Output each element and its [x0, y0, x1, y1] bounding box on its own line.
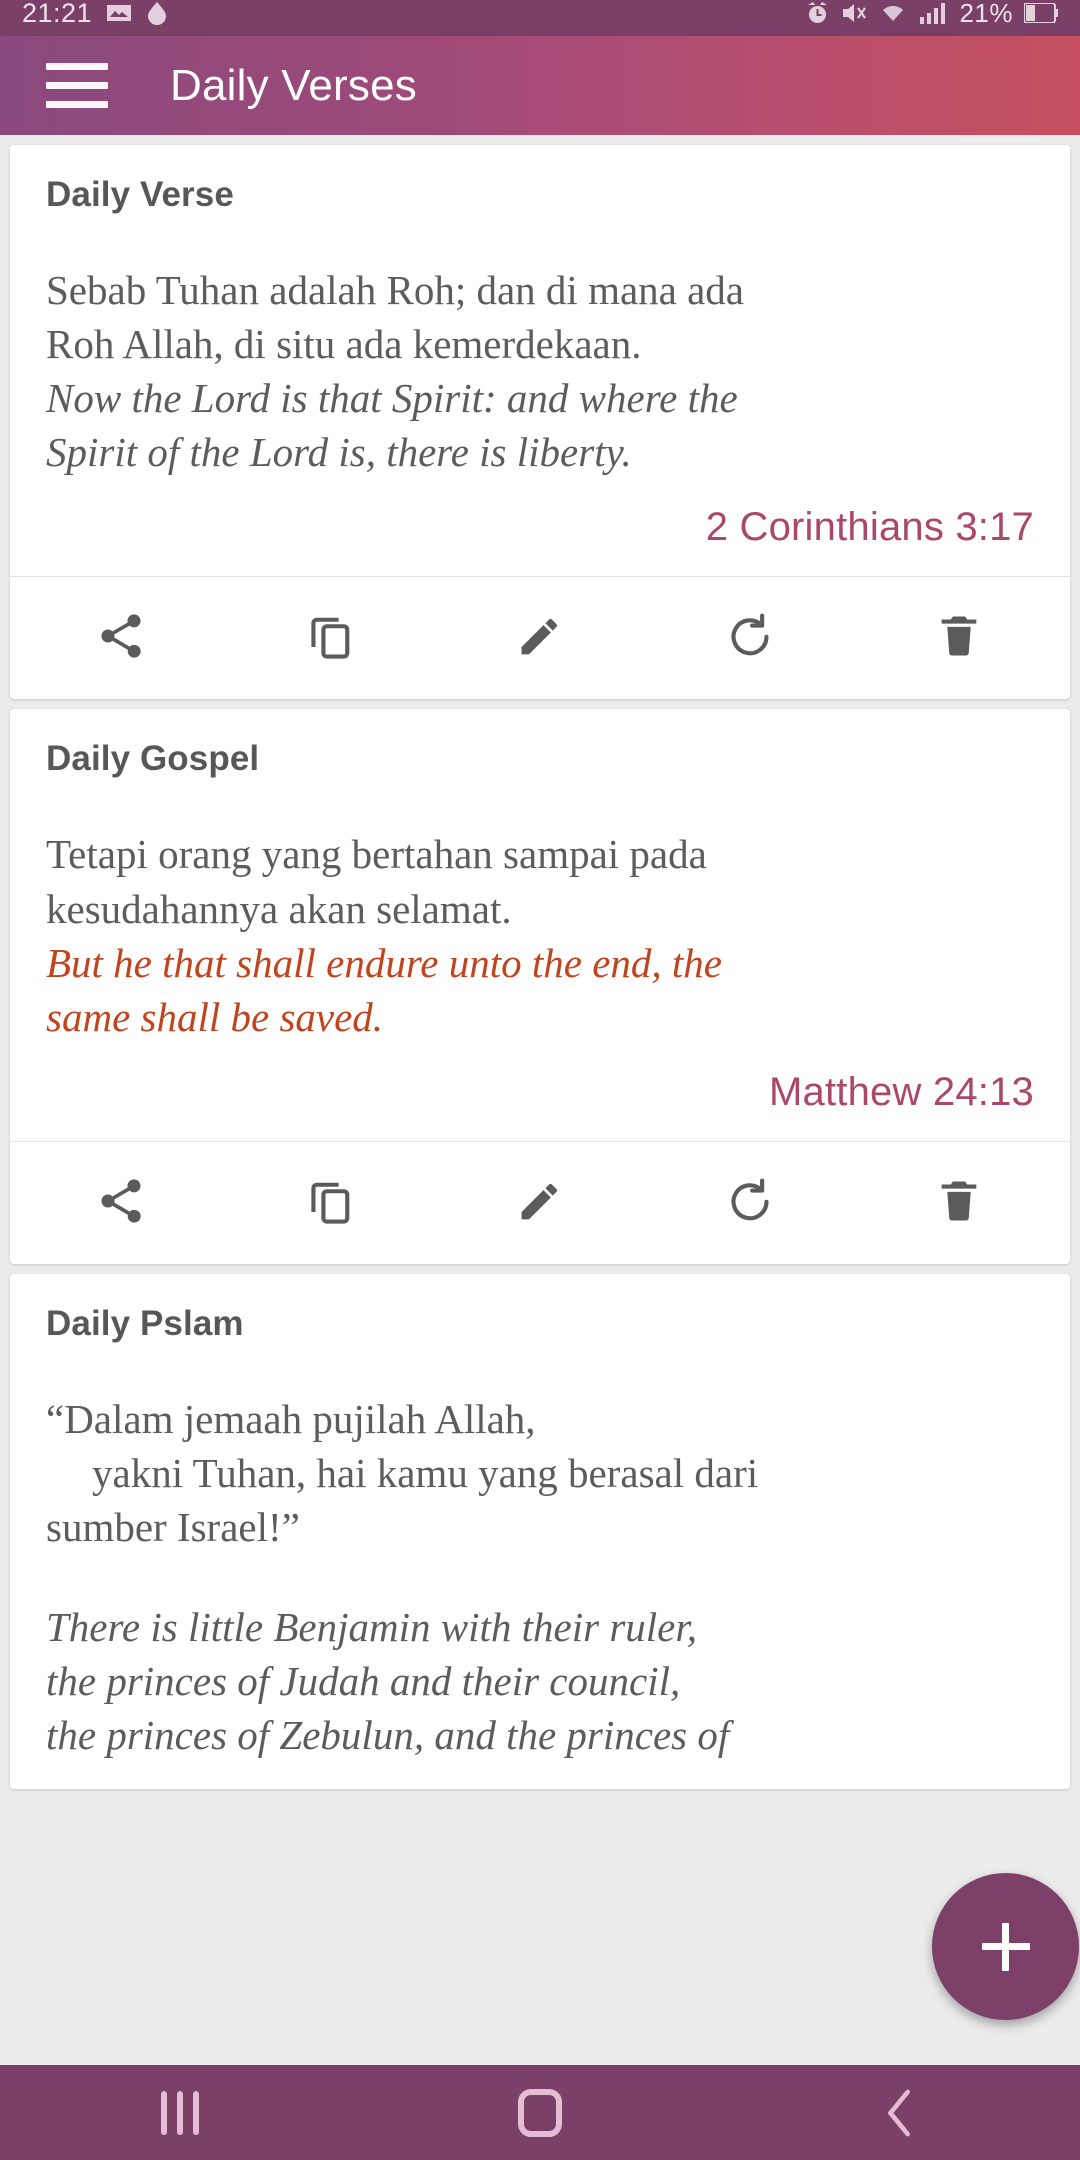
verse-reference: 2 Corinthians 3:17 — [705, 505, 1034, 550]
home-icon — [518, 2088, 562, 2137]
status-clock: 21:21 — [22, 0, 93, 28]
share-button[interactable] — [76, 599, 166, 673]
battery-percent-label: 21% — [959, 0, 1013, 28]
text-spacer — [46, 1554, 1034, 1600]
home-button[interactable] — [430, 2065, 650, 2160]
plus-icon-vertical — [1002, 1922, 1009, 1971]
phone-screen: 21:21 21% Daily Verses Daily Verse Sebab… — [0, 0, 1080, 2160]
system-navigation-bar — [0, 2065, 1080, 2160]
card-title: Daily Verse — [46, 175, 234, 214]
menu-bar-1 — [46, 63, 108, 70]
verse-english-line: There is little Benjamin with their rule… — [46, 1604, 698, 1651]
verse-native-line: yakni Tuhan, hai kamu yang berasal dari — [92, 1449, 759, 1496]
gallery-icon — [106, 2, 132, 24]
verse-card-body: Daily Pslam “Dalam jemaah pujilah Allah,… — [10, 1274, 1070, 1789]
card-actions — [10, 1142, 1070, 1264]
card-actions — [10, 577, 1070, 699]
edit-button[interactable] — [495, 1164, 585, 1238]
verse-english-line: Now the Lord is that Spirit: and where t… — [46, 375, 738, 422]
verse-native-line: Roh Allah, di situ ada kemerdekaan. — [46, 321, 642, 368]
recents-button[interactable] — [70, 2065, 290, 2160]
back-chevron-icon — [877, 2086, 923, 2140]
card-title: Daily Gospel — [46, 739, 260, 779]
verse-native-line: Tetapi orang yang bertahan sampai pada — [46, 831, 707, 878]
delete-button[interactable] — [914, 1164, 1004, 1238]
verse-english-line: same shall be saved. — [46, 993, 384, 1040]
verse-list[interactable]: Daily Verse Sebab Tuhan adalah Roh; dan … — [0, 135, 1080, 2065]
menu-bar-3 — [46, 101, 108, 108]
status-bar: 21:21 21% — [0, 0, 1080, 36]
back-button[interactable] — [790, 2065, 1010, 2160]
refresh-button[interactable] — [705, 1164, 795, 1238]
recents-bar-3 — [193, 2090, 199, 2135]
status-bar-left: 21:21 — [22, 0, 168, 33]
status-bar-right: 21% — [805, 0, 1058, 34]
verse-card-body: Daily Gospel Tetapi orang yang bertahan … — [10, 709, 1070, 1140]
menu-bar-2 — [46, 82, 108, 89]
recents-bar-2 — [177, 2090, 183, 2135]
signal-icon — [920, 2, 948, 24]
verse-english-line: But he that shall endure unto the end, t… — [46, 939, 722, 986]
verse-card: Daily Pslam “Dalam jemaah pujilah Allah,… — [10, 1273, 1070, 1789]
page-title: Daily Verses — [170, 60, 417, 110]
wifi-icon — [879, 2, 909, 24]
card-title: Daily Pslam — [46, 1303, 244, 1343]
copy-button[interactable] — [286, 599, 376, 673]
copy-button[interactable] — [286, 1164, 376, 1238]
verse-reference: Matthew 24:13 — [769, 1069, 1034, 1114]
verse-native-line: sumber Israel!” — [46, 1504, 300, 1551]
verse-text-block: Tetapi orang yang bertahan sampai pada k… — [46, 827, 1034, 1043]
verse-native-line: kesudahannya akan selamat. — [46, 885, 512, 932]
verse-native-line: “Dalam jemaah pujilah Allah, — [46, 1395, 536, 1442]
hamburger-menu-icon[interactable] — [46, 53, 112, 119]
verse-card: Daily Gospel Tetapi orang yang bertahan … — [10, 709, 1070, 1264]
share-button[interactable] — [76, 1164, 166, 1238]
edit-button[interactable] — [495, 599, 585, 673]
alarm-icon — [805, 1, 830, 26]
mute-icon — [841, 1, 868, 25]
app-bar: Daily Verses — [0, 36, 1080, 135]
verse-card: Daily Verse Sebab Tuhan adalah Roh; dan … — [10, 145, 1070, 700]
verse-text-block: “Dalam jemaah pujilah Allah, yakni Tuhan… — [46, 1392, 1034, 1763]
add-verse-fab[interactable] — [932, 1873, 1079, 2020]
delete-button[interactable] — [914, 599, 1004, 673]
recents-bar-1 — [161, 2090, 167, 2135]
battery-icon — [1024, 3, 1058, 23]
verse-text-block: Sebab Tuhan adalah Roh; dan di mana ada … — [46, 263, 1034, 479]
refresh-button[interactable] — [705, 599, 795, 673]
verse-english-line: Spirit of the Lord is, there is liberty. — [46, 429, 632, 476]
verse-english-line: the princes of Zebulun, and the princes … — [46, 1712, 730, 1759]
droplet-icon — [146, 1, 168, 25]
verse-native-line: Sebab Tuhan adalah Roh; dan di mana ada — [46, 267, 745, 313]
verse-english-line: the princes of Judah and their council, — [46, 1658, 681, 1705]
recents-icon — [161, 2090, 199, 2135]
verse-card-body: Daily Verse Sebab Tuhan adalah Roh; dan … — [10, 145, 1070, 576]
